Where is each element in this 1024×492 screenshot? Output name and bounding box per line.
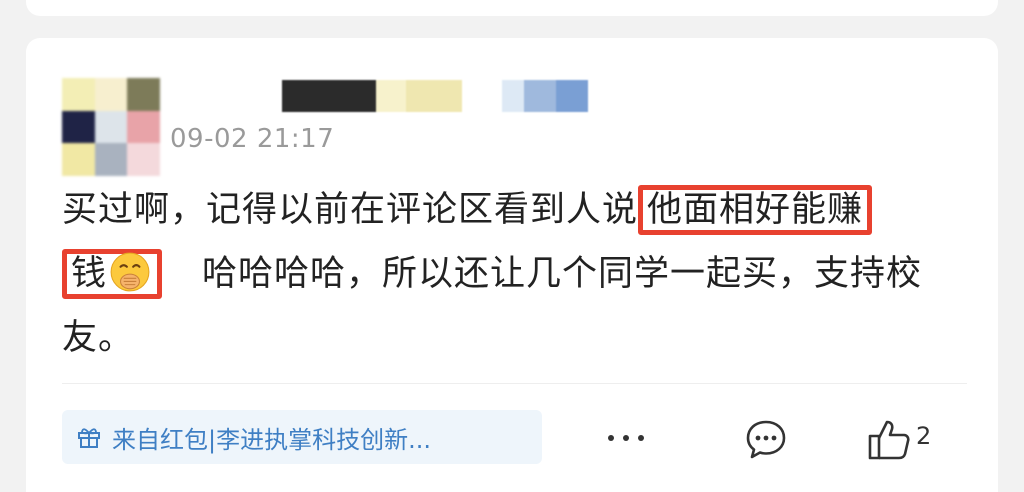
gift-icon — [78, 428, 100, 448]
comment-text-part2: 哈哈哈哈，所以还让几个同学一起买，支持校友。 — [62, 254, 923, 358]
username-pixel-block — [556, 80, 588, 112]
face-with-hand-over-mouth-emoji — [110, 252, 150, 292]
avatar-pixel — [62, 78, 95, 111]
source-tag[interactable]: 来自红包|李进执掌科技创新... — [62, 410, 542, 464]
more-dots-icon[interactable] — [608, 426, 644, 450]
highlight-text-2: 钱 — [71, 254, 108, 294]
comment-bubble-icon[interactable] — [744, 418, 788, 462]
highlight-box-1: 他面相好能赚 — [638, 185, 873, 235]
avatar-pixel — [127, 78, 160, 111]
avatar-pixel — [62, 110, 95, 144]
avatar-pixel — [94, 143, 128, 176]
highlight-box-2: 钱 — [62, 249, 163, 299]
username-pixel-block — [376, 80, 406, 112]
avatar-pixel — [94, 78, 128, 111]
comment-text-part1: 买过啊，记得以前在评论区看到人说 — [62, 190, 639, 230]
username-pixel-block — [406, 80, 462, 112]
avatar-pixel — [62, 143, 95, 176]
username-pixel-block — [282, 80, 376, 112]
thumbs-up-icon[interactable] — [866, 416, 912, 462]
previous-post-card — [26, 0, 998, 16]
avatar-pixel — [127, 143, 160, 176]
comment-card: 09-02 21:17 买过啊，记得以前在评论区看到人说 他面相好能赚钱 哈哈哈哈… — [26, 38, 998, 492]
avatar-pixel — [94, 110, 128, 144]
username-pixel-block — [502, 80, 524, 112]
post-timestamp: 09-02 21:17 — [170, 124, 335, 154]
divider — [62, 383, 967, 384]
username-pixel-block — [524, 80, 556, 112]
like-count: 2 — [916, 422, 932, 450]
avatar-pixel — [127, 110, 160, 144]
username[interactable] — [282, 80, 588, 112]
source-tag-label: 来自红包|李进执掌科技创新... — [112, 425, 431, 454]
avatar[interactable] — [62, 78, 160, 176]
comment-text: 买过啊，记得以前在评论区看到人说 他面相好能赚钱 哈哈哈哈，所以还让几个同学一起买… — [62, 178, 967, 370]
